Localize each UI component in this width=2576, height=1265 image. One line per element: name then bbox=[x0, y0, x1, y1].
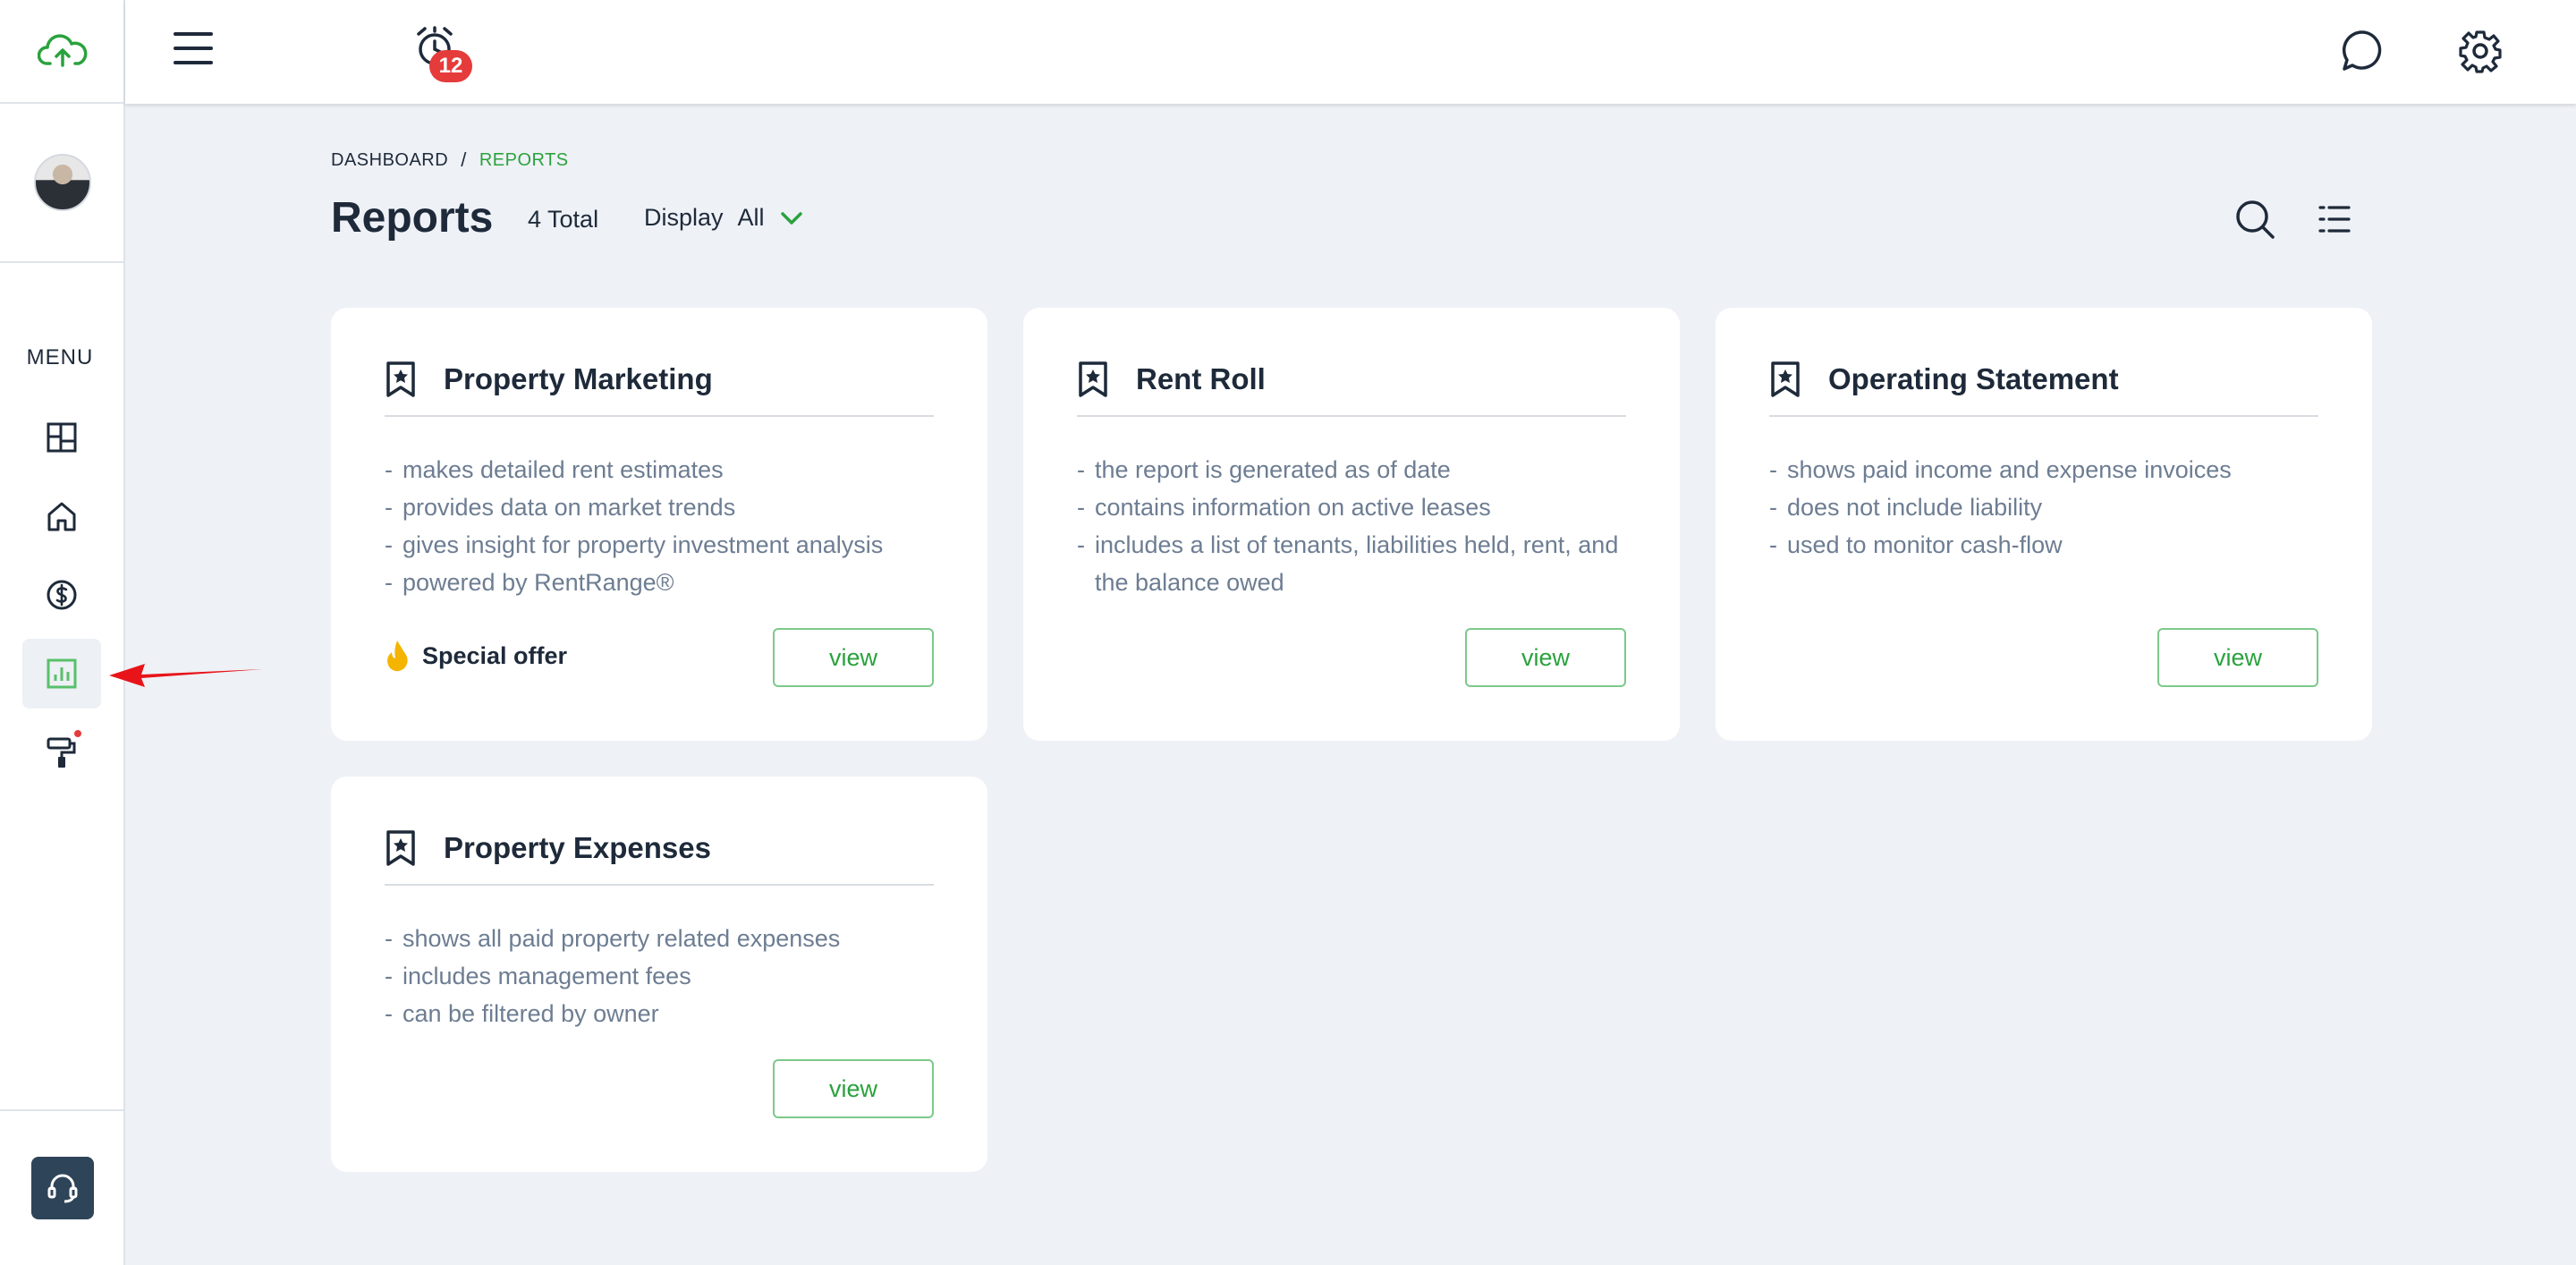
divider bbox=[385, 884, 934, 886]
sidebar-item-accounting[interactable] bbox=[22, 560, 101, 630]
bookmark-star-icon bbox=[386, 361, 415, 397]
display-label: Display bbox=[644, 204, 724, 231]
special-offer: Special offer bbox=[385, 639, 567, 673]
display-value: All bbox=[737, 204, 765, 231]
card-title: Rent Roll bbox=[1136, 362, 1266, 395]
report-card-property-marketing: Property Marketing makes detailed rent e… bbox=[331, 308, 987, 741]
support-button[interactable] bbox=[31, 1157, 94, 1219]
divider bbox=[1769, 415, 2318, 417]
list-item: contains information on active leases bbox=[1077, 488, 1626, 526]
hamburger-menu-icon[interactable] bbox=[174, 30, 213, 66]
dollar-circle-icon bbox=[47, 580, 77, 610]
card-title: Operating Statement bbox=[1828, 362, 2119, 395]
report-card-operating-statement: Operating Statement shows paid income an… bbox=[1716, 308, 2372, 741]
paint-roller-icon bbox=[47, 737, 76, 768]
view-button[interactable]: view bbox=[1465, 628, 1626, 687]
bookmark-star-icon bbox=[386, 830, 415, 866]
annotation-arrow-icon bbox=[109, 664, 263, 687]
bar-chart-icon bbox=[47, 658, 77, 689]
card-title: Property Expenses bbox=[444, 831, 711, 864]
list-item: makes detailed rent estimates bbox=[385, 451, 934, 488]
breadcrumb-reports: REPORTS bbox=[479, 149, 569, 170]
breadcrumb: DASHBOARD / REPORTS bbox=[331, 149, 569, 172]
list-item: provides data on market trends bbox=[385, 488, 934, 526]
logo[interactable] bbox=[0, 0, 125, 104]
notifications-button[interactable] bbox=[286, 25, 453, 88]
special-offer-label: Special offer bbox=[422, 641, 568, 669]
list-item: shows paid income and expense invoices bbox=[1769, 451, 2318, 488]
list-item: can be filtered by owner bbox=[385, 995, 934, 1032]
notification-dot bbox=[72, 728, 83, 739]
topbar: 12 bbox=[125, 0, 2576, 104]
sidebar-item-properties[interactable] bbox=[22, 481, 101, 551]
list-item: gives insight for property investment an… bbox=[385, 526, 934, 564]
bookmark-star-icon bbox=[1079, 361, 1107, 397]
card-bullets: shows paid income and expense invoices d… bbox=[1769, 451, 2318, 564]
list-item: used to monitor cash-flow bbox=[1769, 526, 2318, 564]
list-item: includes management fees bbox=[385, 957, 934, 995]
total-count: 4 Total bbox=[528, 206, 599, 233]
view-button[interactable]: view bbox=[773, 628, 934, 687]
home-icon bbox=[47, 502, 76, 531]
view-button[interactable]: view bbox=[773, 1059, 934, 1118]
display-filter[interactable]: Display All bbox=[644, 204, 804, 232]
sidebar-item-maintenance[interactable] bbox=[22, 717, 101, 787]
breadcrumb-dashboard[interactable]: DASHBOARD bbox=[331, 150, 448, 171]
bookmark-star-icon bbox=[1771, 361, 1800, 397]
card-bullets: the report is generated as of date conta… bbox=[1077, 451, 1626, 601]
menu-label: MENU bbox=[26, 345, 94, 369]
list-item: the report is generated as of date bbox=[1077, 451, 1626, 488]
user-profile[interactable] bbox=[0, 104, 125, 263]
page-title: Reports bbox=[331, 194, 494, 242]
cloud-upload-icon bbox=[38, 34, 88, 67]
breadcrumb-separator: / bbox=[461, 149, 467, 171]
flame-icon bbox=[387, 641, 408, 672]
gear-icon[interactable] bbox=[2458, 29, 2503, 73]
list-item: includes a list of tenants, liabilities … bbox=[1077, 526, 1626, 601]
report-card-rent-roll: Rent Roll the report is generated as of … bbox=[1023, 308, 1680, 741]
avatar[interactable] bbox=[34, 154, 91, 211]
sidebar-item-reports[interactable] bbox=[22, 639, 101, 709]
list-item: does not include liability bbox=[1769, 488, 2318, 526]
support-section bbox=[0, 1109, 125, 1265]
sidebar-item-dashboard[interactable] bbox=[22, 403, 101, 472]
report-card-property-expenses: Property Expenses shows all paid propert… bbox=[331, 777, 987, 1172]
search-icon[interactable] bbox=[2234, 199, 2275, 240]
list-view-icon[interactable] bbox=[2318, 204, 2351, 234]
card-bullets: makes detailed rent estimates provides d… bbox=[385, 451, 934, 601]
chevron-down-icon bbox=[780, 211, 802, 225]
headset-icon bbox=[47, 1174, 78, 1203]
divider bbox=[1077, 415, 1626, 417]
list-item: shows all paid property related expenses bbox=[385, 920, 934, 957]
chat-icon[interactable] bbox=[2340, 29, 2385, 73]
list-item: powered by RentRange® bbox=[385, 564, 934, 601]
card-title: Property Marketing bbox=[444, 362, 713, 395]
card-bullets: shows all paid property related expenses… bbox=[385, 920, 934, 1032]
view-button[interactable]: view bbox=[2157, 628, 2318, 687]
layout-grid-icon bbox=[47, 422, 77, 453]
notification-badge: 12 bbox=[429, 50, 472, 82]
divider bbox=[385, 415, 934, 417]
sidebar: MENU bbox=[0, 0, 125, 1265]
